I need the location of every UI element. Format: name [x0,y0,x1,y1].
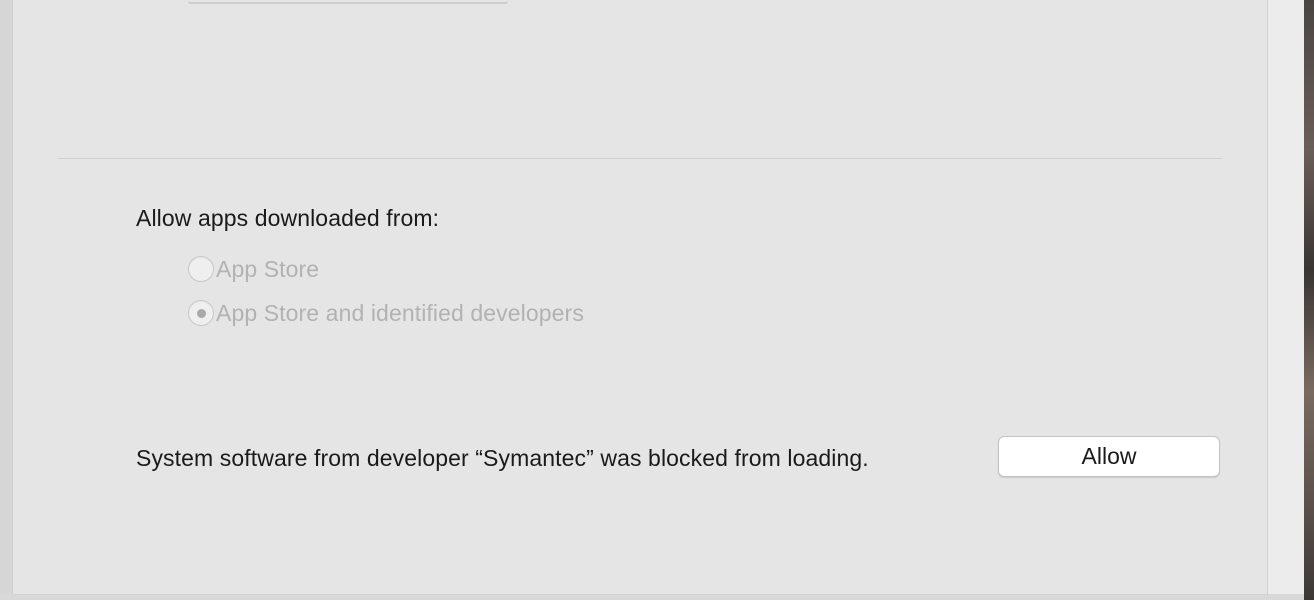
allow-button[interactable]: Allow [998,436,1220,477]
window-right-chrome [1268,0,1304,600]
radio-label-identified-developers: App Store and identified developers [216,299,584,326]
window-left-edge [0,0,13,600]
radio-option-identified-developers[interactable]: App Store and identified developers [188,298,584,328]
radio-option-app-store[interactable]: App Store [188,254,319,284]
radio-button-icon[interactable] [188,256,214,282]
radio-label-app-store: App Store [216,255,320,282]
allow-apps-heading: Allow apps downloaded from: [136,205,440,231]
blocked-software-message: System software from developer “Symantec… [136,445,869,471]
cut-off-content [188,0,508,4]
section-divider [58,158,1222,159]
desktop-background-edge [1304,0,1314,600]
radio-button-selected-icon[interactable] [188,300,214,326]
